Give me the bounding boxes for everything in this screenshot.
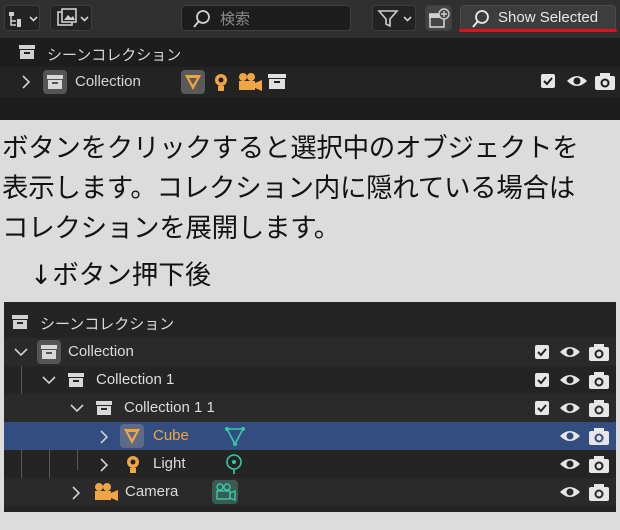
show-selected-label: Show Selected xyxy=(498,9,599,26)
tree-row-label: Collection 1 xyxy=(96,371,175,388)
chevron-down-icon[interactable] xyxy=(41,373,57,387)
tree-row-label: シーンコレクション xyxy=(40,316,175,333)
exclude-checkbox[interactable] xyxy=(534,372,550,388)
eye-icon[interactable] xyxy=(559,343,581,361)
collection-box-icon xyxy=(43,70,67,94)
eye-icon[interactable] xyxy=(559,427,581,445)
collection-box-icon xyxy=(37,340,61,364)
description-line: 表示します。コレクション内に隠れている場合は xyxy=(2,173,575,204)
tree-row-collection[interactable]: Collection xyxy=(4,338,616,366)
exclude-checkbox[interactable] xyxy=(534,344,550,360)
show-selected-button[interactable]: Show Selected xyxy=(460,5,616,31)
eye-icon[interactable] xyxy=(566,72,588,90)
highlight-underline xyxy=(459,29,617,32)
outliner-panel-bottom: シーンコレクション Collection Collection 1 Collec… xyxy=(4,302,616,512)
camera-render-icon[interactable] xyxy=(588,398,610,418)
new-collection-button[interactable] xyxy=(425,5,452,31)
camera-data-icon[interactable] xyxy=(211,479,239,505)
tree-row-collection-1-1[interactable]: Collection 1 1 xyxy=(4,394,616,422)
outliner-panel-top: 検索 Show Selected シーンコレクション Collection xyxy=(0,0,620,120)
collection-box-icon xyxy=(19,45,35,59)
camera-render-icon[interactable] xyxy=(588,342,610,362)
view-layer-dropdown[interactable] xyxy=(50,5,92,31)
search-input[interactable]: 検索 xyxy=(181,5,351,31)
outliner-header: 検索 Show Selected xyxy=(0,0,620,38)
tree-row-label: シーンコレクション xyxy=(47,47,182,64)
description-text: ボタンをクリックすると選択中のオブジェクトを 表示します。コレクション内に隠れて… xyxy=(2,129,618,249)
light-data-icon[interactable] xyxy=(223,453,245,475)
collection-box-icon xyxy=(68,373,84,387)
chevron-down-icon[interactable] xyxy=(69,401,85,415)
chevron-down-icon[interactable] xyxy=(13,345,29,359)
tree-row-collection-1[interactable]: Collection 1 xyxy=(4,366,616,394)
tree-row-label: Camera xyxy=(125,483,179,500)
search-placeholder: 検索 xyxy=(220,10,251,28)
image-filter-icon xyxy=(57,8,89,26)
outliner-tree-icon xyxy=(9,12,38,27)
tree-row-label: Collection 1 1 xyxy=(124,399,215,416)
exclude-checkbox[interactable] xyxy=(540,73,556,89)
description-line: コレクションを展開します。 xyxy=(2,213,340,244)
search-icon xyxy=(193,10,210,28)
tree-row-label: Light xyxy=(153,455,186,472)
light-bulb-icon[interactable] xyxy=(210,71,232,93)
after-press-label: ↓ボタン押下後 xyxy=(30,260,212,291)
chevron-right-icon[interactable] xyxy=(98,457,110,473)
tree-row-cube-selected[interactable]: Cube xyxy=(4,422,616,450)
camera-icon[interactable] xyxy=(236,71,264,93)
camera-render-icon[interactable] xyxy=(588,454,610,474)
mesh-cone-icon xyxy=(120,424,144,448)
collection-box-icon xyxy=(12,315,28,329)
search-icon xyxy=(472,10,489,28)
eye-icon[interactable] xyxy=(559,483,581,501)
camera-render-icon[interactable] xyxy=(588,482,610,502)
display-mode-dropdown[interactable] xyxy=(4,5,40,31)
collection-box-icon xyxy=(96,401,112,415)
eye-icon[interactable] xyxy=(559,455,581,473)
mesh-data-icon[interactable] xyxy=(224,425,246,447)
mesh-cone-icon[interactable] xyxy=(180,69,206,95)
tree-row-label: Cube xyxy=(153,427,189,444)
collection-box-icon[interactable] xyxy=(266,71,288,93)
tree-row-scene-collection[interactable]: シーンコレクション xyxy=(0,38,620,68)
chevron-right-icon[interactable] xyxy=(98,429,110,445)
filter-dropdown[interactable] xyxy=(372,5,416,31)
light-bulb-icon xyxy=(127,456,139,473)
camera-render-icon[interactable] xyxy=(594,71,616,91)
tree-row-light[interactable]: Light xyxy=(4,450,616,478)
tree-row-label: Collection xyxy=(75,73,141,90)
funnel-filter-icon xyxy=(377,10,412,28)
tree-row-label: Collection xyxy=(68,343,134,360)
tree-row-collection[interactable]: Collection xyxy=(0,67,620,97)
tree-row-camera[interactable]: Camera xyxy=(4,478,616,506)
eye-icon[interactable] xyxy=(559,399,581,417)
tree-row-scene-collection[interactable]: シーンコレクション xyxy=(4,308,616,336)
description-line: ボタンをクリックすると選択中のオブジェクトを xyxy=(2,133,579,164)
new-collection-icon xyxy=(429,8,450,28)
chevron-right-icon[interactable] xyxy=(20,74,32,90)
camera-render-icon[interactable] xyxy=(588,370,610,390)
camera-render-icon[interactable] xyxy=(588,426,610,446)
eye-icon[interactable] xyxy=(559,371,581,389)
exclude-checkbox[interactable] xyxy=(534,400,550,416)
chevron-right-icon[interactable] xyxy=(70,485,82,501)
camera-icon xyxy=(95,483,118,501)
